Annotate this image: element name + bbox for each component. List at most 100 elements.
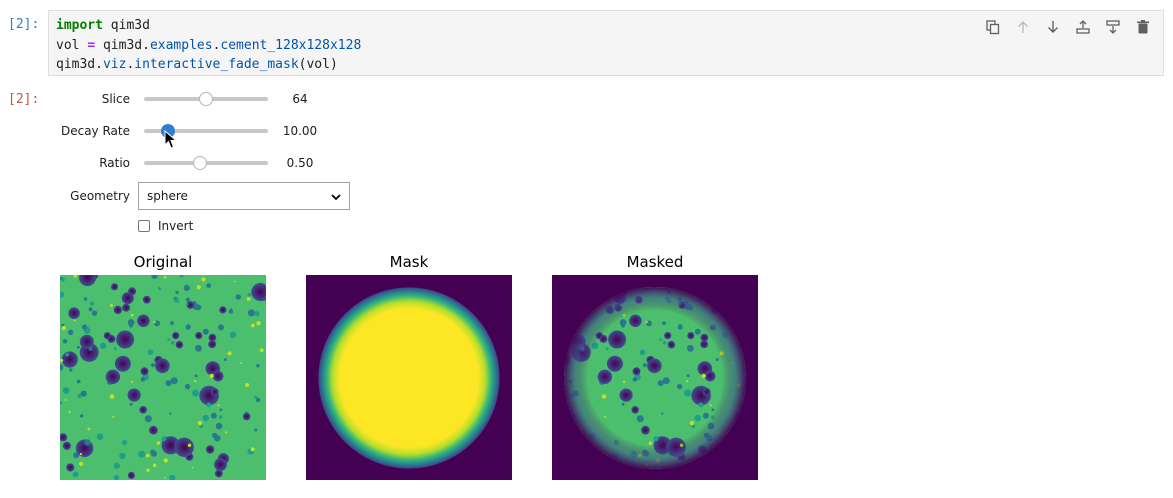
pore-mark xyxy=(129,402,133,406)
grain-mark xyxy=(112,415,115,418)
pore-mark xyxy=(175,290,179,295)
invert-label: Invert xyxy=(158,219,194,233)
slice-slider[interactable] xyxy=(144,89,268,109)
pore-mark xyxy=(105,369,121,384)
cell-toolbar xyxy=(979,15,1157,39)
pore-mark xyxy=(79,334,94,349)
pore-mark xyxy=(185,324,191,330)
pore-mark xyxy=(144,415,152,423)
duplicate-cell-button[interactable] xyxy=(979,15,1007,39)
ratio-slider[interactable] xyxy=(144,153,268,173)
code-editor[interactable]: import qim3d vol = qim3d.examples.cement… xyxy=(56,16,361,75)
pore-mark xyxy=(69,368,73,372)
pore-mark xyxy=(99,342,107,350)
pore-mark xyxy=(79,414,84,418)
pore-mark xyxy=(62,339,68,344)
code-text: vol xyxy=(56,37,88,53)
mask-figure: Mask xyxy=(306,253,512,480)
grain-mark xyxy=(245,382,250,388)
pore-mark xyxy=(84,439,91,446)
pore-mark xyxy=(113,462,120,469)
slice-widget: Slice 64 xyxy=(0,89,332,109)
move-down-button[interactable] xyxy=(1039,15,1067,39)
pore-mark xyxy=(61,277,65,282)
pore-mark xyxy=(113,347,117,351)
insert-below-button[interactable] xyxy=(1099,15,1127,39)
grain-mark xyxy=(225,431,228,434)
pore-mark xyxy=(127,388,141,402)
original-figure: Original xyxy=(60,253,266,480)
code-attribute: interactive_fade_mask xyxy=(134,57,299,72)
move-down-icon xyxy=(1048,21,1058,33)
pore-mark xyxy=(174,437,194,457)
pore-mark xyxy=(77,345,80,349)
grain-mark xyxy=(109,304,113,307)
invert-checkbox[interactable] xyxy=(138,220,150,232)
move-up-icon xyxy=(1018,21,1028,33)
code-cell[interactable]: import qim3d vol = qim3d.examples.cement… xyxy=(48,10,1164,76)
pore-mark xyxy=(62,441,71,450)
mouse-cursor-icon xyxy=(164,130,178,149)
code-attribute: viz xyxy=(102,57,127,72)
pore-mark xyxy=(223,358,227,361)
pore-mark xyxy=(254,311,260,317)
input-prompt: [2]: xyxy=(8,17,40,32)
geometry-dropdown[interactable]: sphere xyxy=(138,182,350,210)
move-up-button[interactable] xyxy=(1009,15,1037,39)
grain-mark xyxy=(156,441,161,445)
pore-mark xyxy=(116,330,135,349)
decay-rate-value: 10.00 xyxy=(282,124,318,138)
insert-above-icon xyxy=(1076,20,1090,34)
pore-mark xyxy=(195,344,202,352)
decay-rate-label: Decay Rate xyxy=(60,124,130,138)
decay-rate-slider[interactable] xyxy=(144,121,268,141)
grain-mark xyxy=(240,362,242,364)
pore-mark xyxy=(214,434,221,442)
pore-mark xyxy=(210,412,217,419)
pore-mark xyxy=(68,329,74,335)
pore-mark xyxy=(157,287,162,291)
pore-mark xyxy=(228,309,234,314)
pore-mark xyxy=(206,402,212,408)
pore-mark xyxy=(255,397,261,403)
delete-cell-button[interactable] xyxy=(1129,15,1157,39)
grain-mark xyxy=(64,398,67,401)
pore-mark xyxy=(140,377,145,382)
masked-image xyxy=(552,275,758,480)
pore-mark xyxy=(192,389,200,397)
grain-mark xyxy=(163,458,168,463)
grain-mark xyxy=(163,276,167,279)
pore-mark xyxy=(174,298,180,303)
pore-mark xyxy=(66,463,75,472)
grain-mark xyxy=(197,420,203,426)
pore-mark xyxy=(208,333,217,342)
ratio-label: Ratio xyxy=(99,156,130,170)
pore-mark xyxy=(175,340,184,349)
pore-mark xyxy=(242,412,251,421)
grain-mark xyxy=(259,348,264,353)
code-text: qim3d xyxy=(56,57,96,72)
masked-title: Masked xyxy=(626,253,684,271)
pore-mark xyxy=(194,374,198,378)
slider-handle[interactable] xyxy=(192,156,207,170)
invert-widget: Invert xyxy=(0,219,193,233)
grain-mark xyxy=(187,443,192,447)
pore-mark xyxy=(235,294,241,300)
pore-mark xyxy=(72,471,79,478)
pore-mark xyxy=(121,292,134,305)
pore-mark xyxy=(107,334,116,343)
pore-mark xyxy=(184,383,191,390)
insert-below-icon xyxy=(1106,20,1120,34)
chevron-down-icon xyxy=(331,194,341,201)
pore-mark xyxy=(247,309,255,317)
slider-handle[interactable] xyxy=(199,92,213,106)
pore-mark xyxy=(167,338,170,341)
pore-mark xyxy=(161,436,167,442)
pore-mark xyxy=(170,321,174,325)
pore-mark xyxy=(62,387,70,394)
pore-mark xyxy=(110,283,119,291)
insert-above-button[interactable] xyxy=(1069,15,1097,39)
duplicate-icon xyxy=(986,20,1000,35)
mask-image xyxy=(306,275,512,480)
pore-mark xyxy=(172,332,180,340)
